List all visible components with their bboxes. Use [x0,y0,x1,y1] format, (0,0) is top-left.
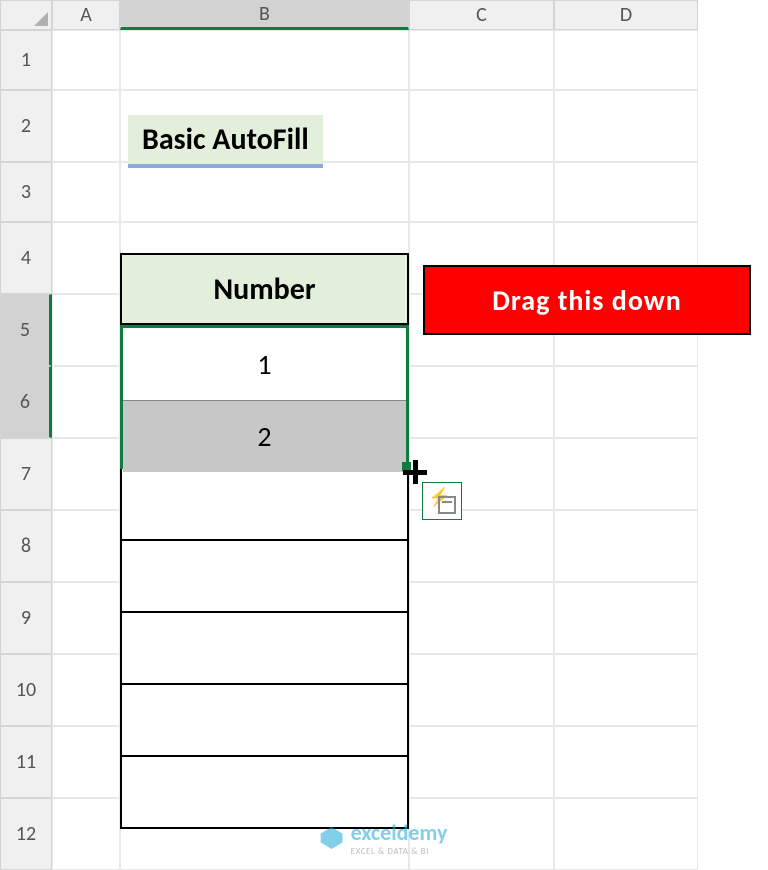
cell[interactable] [554,798,698,870]
table-header-number[interactable]: Number [120,253,409,325]
cell[interactable] [554,90,698,162]
cell[interactable] [554,654,698,726]
cell[interactable] [52,30,120,90]
table-row[interactable] [120,469,409,541]
row-header-9[interactable]: 9 [0,582,52,654]
cell[interactable] [409,654,554,726]
cell[interactable] [554,438,698,510]
row-header-10[interactable]: 10 [0,654,52,726]
row-header-11[interactable]: 11 [0,726,52,798]
watermark-brand: exceldemy [351,819,448,846]
row-header-6[interactable]: 6 [0,366,52,438]
cell[interactable] [409,30,554,90]
row-header-8[interactable]: 8 [0,510,52,582]
cell[interactable] [409,366,554,438]
cell[interactable] [554,510,698,582]
cell[interactable] [554,582,698,654]
table-row[interactable] [120,685,409,757]
column-header-c[interactable]: C [409,0,554,30]
cell[interactable] [52,294,120,366]
cell[interactable] [52,222,120,294]
select-all-corner[interactable] [0,0,52,30]
cell[interactable] [120,30,409,90]
cell[interactable] [554,726,698,798]
cell[interactable] [554,30,698,90]
row-header-5[interactable]: 5 [0,294,52,366]
cell[interactable] [52,162,120,222]
annotation-callout: Drag this down [423,265,751,335]
cell[interactable] [120,366,409,438]
table-row[interactable] [120,541,409,613]
cell[interactable] [409,510,554,582]
cell[interactable] [554,162,698,222]
cell[interactable] [120,162,409,222]
row-header-12[interactable]: 12 [0,798,52,870]
cell[interactable] [409,582,554,654]
cell[interactable] [52,510,120,582]
column-header-b[interactable]: B [120,0,409,30]
row-header-3[interactable]: 3 [0,162,52,222]
cell[interactable] [409,726,554,798]
fill-cursor-icon [403,460,427,484]
callout-text: Drag this down [492,283,681,318]
cell[interactable] [52,366,120,438]
title-label: Basic AutoFill [128,115,323,168]
column-header-d[interactable]: D [554,0,698,30]
table-row[interactable] [120,613,409,685]
cell[interactable] [52,654,120,726]
row-header-4[interactable]: 4 [0,222,52,294]
cell[interactable] [52,798,120,870]
cell[interactable] [409,162,554,222]
row-header-7[interactable]: 7 [0,438,52,510]
cell[interactable] [52,726,120,798]
column-header-a[interactable]: A [52,0,120,30]
cell[interactable] [52,582,120,654]
quick-analysis-icon: ⚡ [428,488,456,514]
row-header-2[interactable]: 2 [0,90,52,162]
watermark: exceldemy EXCEL & DATA & BI [321,819,448,857]
row-header-1[interactable]: 1 [0,30,52,90]
cell[interactable] [52,438,120,510]
watermark-logo-icon [321,827,343,849]
watermark-tagline: EXCEL & DATA & BI [351,846,448,857]
quick-analysis-button[interactable]: ⚡ [422,482,462,520]
cell[interactable] [52,90,120,162]
cell[interactable] [409,90,554,162]
cell[interactable] [554,366,698,438]
